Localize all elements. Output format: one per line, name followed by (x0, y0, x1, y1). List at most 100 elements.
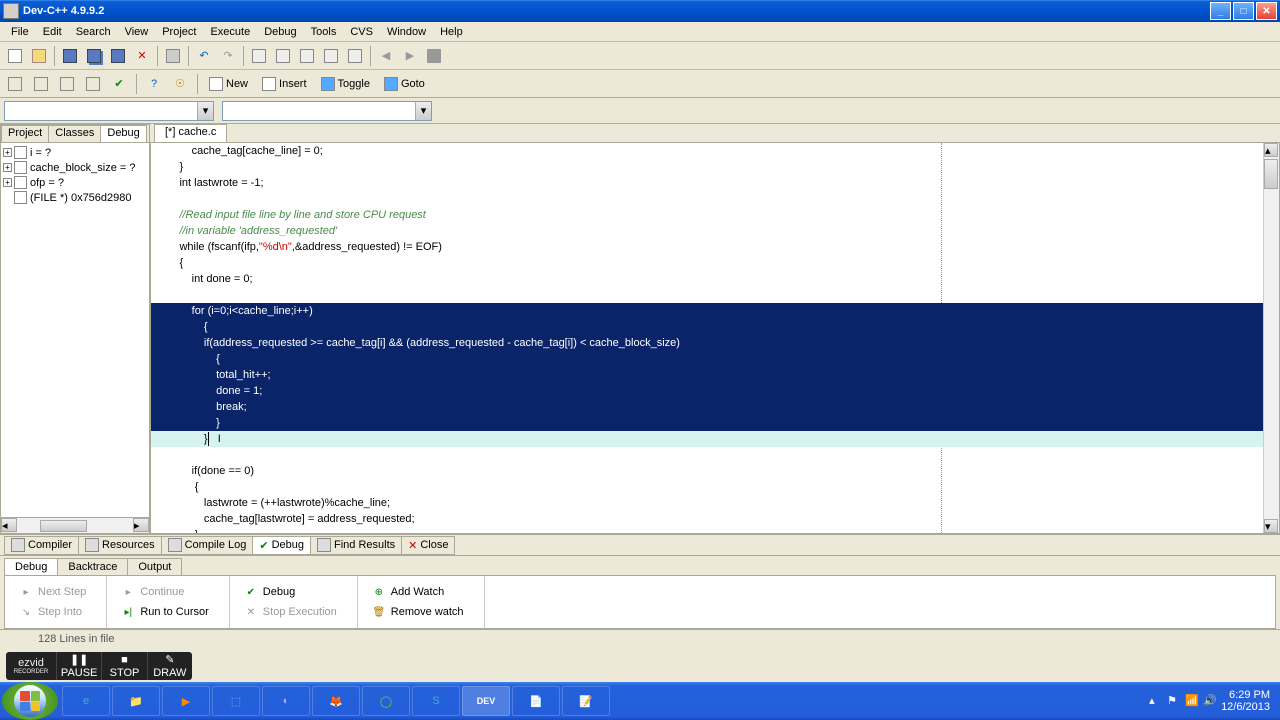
method-combo[interactable]: ▾ (222, 101, 432, 121)
maximize-button[interactable]: □ (1233, 2, 1254, 20)
debug-button[interactable]: ✔Debug (244, 585, 337, 599)
debug-tab-backtrace[interactable]: Backtrace (57, 558, 128, 575)
menu-view[interactable]: View (118, 24, 156, 40)
code-line[interactable]: total_hit++; (151, 367, 1279, 383)
system-tray[interactable]: ▴ ⚑ 📶 🔊 6:29 PM 12/6/2013 (1143, 689, 1276, 713)
menu-debug[interactable]: Debug (257, 24, 303, 40)
tab-compile-log[interactable]: Compile Log (161, 536, 254, 555)
compile-run-icon[interactable] (296, 45, 318, 67)
layout2-icon[interactable] (30, 73, 52, 95)
code-line[interactable]: while (fscanf(ifp,"%d\n",&address_reques… (151, 239, 1279, 255)
run-icon[interactable] (272, 45, 294, 67)
code-line[interactable]: } (151, 159, 1279, 175)
stop-execution-button[interactable]: ✕Stop Execution (244, 605, 337, 619)
task-notepad[interactable]: 📄 (512, 686, 560, 716)
debug-tab-debug[interactable]: Debug (4, 558, 58, 575)
menu-project[interactable]: Project (155, 24, 203, 40)
menu-window[interactable]: Window (380, 24, 433, 40)
recorder-overlay[interactable]: ezvidRECORDER ❚❚PAUSE ■STOP ✎DRAW (6, 652, 192, 680)
sidebar-tab-project[interactable]: Project (1, 125, 49, 142)
save-all-icon[interactable] (83, 45, 105, 67)
file-tab[interactable]: [*] cache.c (154, 124, 227, 142)
next-step-button[interactable]: ▸Next Step (19, 585, 86, 599)
task-app3[interactable]: ◯ (362, 686, 410, 716)
watch-tree[interactable]: +i = ? +cache_block_size = ? +ofp = ? (F… (1, 143, 149, 517)
task-notes[interactable]: 📝 (562, 686, 610, 716)
code-line[interactable]: done = 1; (151, 383, 1279, 399)
new-button[interactable]: New (204, 73, 253, 95)
menu-edit[interactable]: Edit (36, 24, 69, 40)
menu-tools[interactable]: Tools (304, 24, 344, 40)
menu-search[interactable]: Search (69, 24, 118, 40)
task-firefox[interactable]: 🦊 (312, 686, 360, 716)
sidebar-tab-debug[interactable]: Debug (100, 125, 146, 142)
rebuild-icon[interactable] (320, 45, 342, 67)
layout3-icon[interactable] (56, 73, 78, 95)
code-line[interactable]: for (i=0;i<cache_line;i++) (151, 303, 1279, 319)
toggle-button[interactable]: Toggle (316, 73, 375, 95)
code-line[interactable]: cache_tag[lastwrote] = address_requested… (151, 511, 1279, 527)
pause-button[interactable]: ❚❚PAUSE (56, 652, 101, 680)
nav-stop-icon[interactable] (423, 45, 445, 67)
nav-next-icon[interactable]: ▶ (399, 45, 421, 67)
compile-icon[interactable] (248, 45, 270, 67)
debug-tab-output[interactable]: Output (127, 558, 182, 575)
code-line[interactable] (151, 191, 1279, 207)
menu-file[interactable]: File (4, 24, 36, 40)
task-devcpp[interactable]: DEV (462, 686, 510, 716)
code-line[interactable]: cache_tag[cache_line] = 0; (151, 143, 1279, 159)
draw-button[interactable]: ✎DRAW (147, 652, 192, 680)
save-as-icon[interactable] (107, 45, 129, 67)
task-app1[interactable]: ⬚ (212, 686, 260, 716)
stop-button[interactable]: ■STOP (101, 652, 146, 680)
code-line[interactable]: break; (151, 399, 1279, 415)
run-to-cursor-button[interactable]: ▸|Run to Cursor (121, 605, 208, 619)
code-line[interactable]: if(done == 0) (151, 463, 1279, 479)
undo-icon[interactable]: ↶ (193, 45, 215, 67)
menu-help[interactable]: Help (433, 24, 470, 40)
editor-vscrollbar[interactable]: ▴ ▾ (1263, 143, 1279, 533)
continue-button[interactable]: ▸Continue (121, 585, 208, 599)
layout1-icon[interactable] (4, 73, 26, 95)
code-line[interactable]: { (151, 479, 1279, 495)
goto-button[interactable]: Goto (379, 73, 430, 95)
tab-debug[interactable]: ✔Debug (252, 536, 311, 555)
tab-compiler[interactable]: Compiler (4, 536, 79, 555)
code-line[interactable]: { (151, 319, 1279, 335)
code-line[interactable]: int lastwrote = -1; (151, 175, 1279, 191)
layout4-icon[interactable] (82, 73, 104, 95)
sidebar-tab-classes[interactable]: Classes (48, 125, 101, 142)
task-skype[interactable]: S (412, 686, 460, 716)
insert-button[interactable]: Insert (257, 73, 312, 95)
task-explorer[interactable]: 📁 (112, 686, 160, 716)
check-icon[interactable]: ✔ (108, 73, 130, 95)
code-line[interactable]: int done = 0; (151, 271, 1279, 287)
code-line[interactable]: } (151, 415, 1279, 431)
open-icon[interactable] (28, 45, 50, 67)
code-line[interactable] (151, 447, 1279, 463)
task-media[interactable]: ▶ (162, 686, 210, 716)
code-line[interactable]: } I (151, 431, 1279, 447)
code-editor[interactable]: cache_tag[cache_line] = 0; } int lastwro… (150, 142, 1280, 534)
code-line[interactable]: lastwrote = (++lastwrote)%cache_line; (151, 495, 1279, 511)
task-ie[interactable]: e (62, 686, 110, 716)
code-line[interactable] (151, 287, 1279, 303)
sidebar-scrollbar[interactable]: ◂▸ (1, 517, 149, 533)
code-line[interactable]: { (151, 255, 1279, 271)
add-watch-button[interactable]: ⊕Add Watch (372, 585, 464, 599)
new-file-icon[interactable] (4, 45, 26, 67)
class-combo[interactable]: ▾ (4, 101, 214, 121)
help-icon[interactable]: ? (143, 73, 165, 95)
tab-resources[interactable]: Resources (78, 536, 162, 555)
code-line[interactable]: //Read input file line by line and store… (151, 207, 1279, 223)
tab-close[interactable]: ✕Close (401, 536, 455, 555)
step-into-button[interactable]: ↘Step Into (19, 605, 86, 619)
menu-execute[interactable]: Execute (203, 24, 257, 40)
redo-icon[interactable]: ↷ (217, 45, 239, 67)
print-icon[interactable] (162, 45, 184, 67)
menu-cvs[interactable]: CVS (343, 24, 380, 40)
tab-find-results[interactable]: Find Results (310, 536, 402, 555)
close-file-icon[interactable]: ✕ (131, 45, 153, 67)
about-icon[interactable]: ☉ (169, 73, 191, 95)
code-line[interactable]: { (151, 351, 1279, 367)
